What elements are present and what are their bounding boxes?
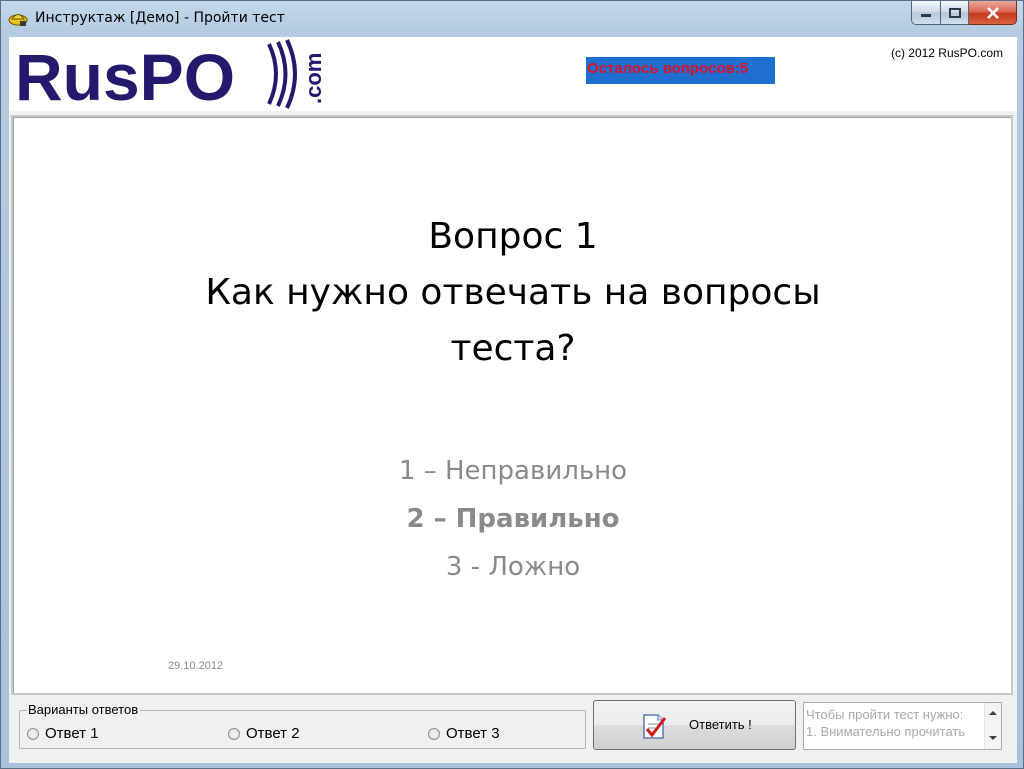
radio-circle[interactable] <box>428 727 440 740</box>
radio-circle[interactable] <box>228 727 240 740</box>
answer-list: 1 – Неправильно 2 – Правильно 3 - Ложно <box>13 447 1013 591</box>
instructions-line-2: 1. Внимательно прочитать <box>806 724 966 739</box>
instructions-memo[interactable]: Чтобы пройти тест нужно: 1. Внимательно … <box>803 702 1002 750</box>
maximize-icon <box>948 7 961 18</box>
answer-item-3: 3 - Ложно <box>445 552 581 582</box>
window-title: Инструктаж [Демо] - Пройти тест <box>35 10 285 26</box>
instructions-line-1: Чтобы пройти тест нужно: <box>806 707 964 722</box>
app-hardhat-icon <box>8 14 28 26</box>
answer-item-1: 1 – Неправильно <box>398 456 628 486</box>
scroll-up-icon[interactable] <box>989 711 997 715</box>
instructions-text: Чтобы пройти тест нужно: 1. Внимательно … <box>806 706 980 740</box>
question-slide: Вопрос 1 Как нужно отвечать на вопросы т… <box>11 115 1013 695</box>
question-text-line1: Как нужно отвечать на вопросы <box>205 272 821 313</box>
submit-answer-label: Ответить ! <box>689 717 752 732</box>
title-bar[interactable]: Инструктаж [Демо] - Пройти тест <box>1 1 1023 37</box>
answer-radio-1-label: Ответ 1 <box>45 725 99 742</box>
minimize-button[interactable] <box>911 1 941 25</box>
copyright-label: (c) 2012 RusPO.com <box>890 46 1003 60</box>
app-window: Инструктаж [Демо] - Пройти тест RusPO .c… <box>0 0 1024 769</box>
logo-suffix: .com <box>301 53 326 104</box>
answer-radio-3[interactable]: Ответ 3 <box>428 725 500 742</box>
instructions-scrollbar[interactable] <box>984 703 1001 749</box>
caption-buttons <box>911 1 1017 25</box>
question-text-line2: теста? <box>450 328 576 369</box>
close-icon <box>986 6 999 19</box>
maximize-button[interactable] <box>941 1 969 25</box>
client-area: RusPO .com Осталось вопросов:5 (c) 2012 … <box>9 37 1017 763</box>
submit-answer-button[interactable]: Ответить ! <box>593 700 796 750</box>
close-button[interactable] <box>969 1 1017 25</box>
answer-radio-2[interactable]: Ответ 2 <box>228 725 300 742</box>
scroll-down-icon[interactable] <box>989 736 997 740</box>
header: RusPO .com Осталось вопросов:5 (c) 2012 … <box>9 37 1017 111</box>
answer-options-group: Варианты ответов Ответ 1 Ответ 2 Ответ 3 <box>19 702 586 749</box>
ruspo-logo: RusPO .com <box>15 39 326 110</box>
question-title: Вопрос 1 Как нужно отвечать на вопросы т… <box>13 209 1013 377</box>
radio-circle[interactable] <box>27 727 39 740</box>
answer-radio-2-label: Ответ 2 <box>246 725 300 742</box>
answer-radio-1[interactable]: Ответ 1 <box>27 725 99 742</box>
logo-text: RusPO <box>15 40 235 110</box>
remaining-questions-label: Осталось вопросов:5 <box>586 57 775 84</box>
minimize-icon <box>921 13 931 17</box>
checklist-icon <box>643 714 667 739</box>
answer-item-2: 2 – Правильно <box>406 504 620 534</box>
question-number: Вопрос 1 <box>428 216 598 257</box>
answer-options-legend: Варианты ответов <box>26 702 141 717</box>
answer-radio-3-label: Ответ 3 <box>446 725 500 742</box>
slide-date: 29.10.2012 <box>168 660 224 672</box>
